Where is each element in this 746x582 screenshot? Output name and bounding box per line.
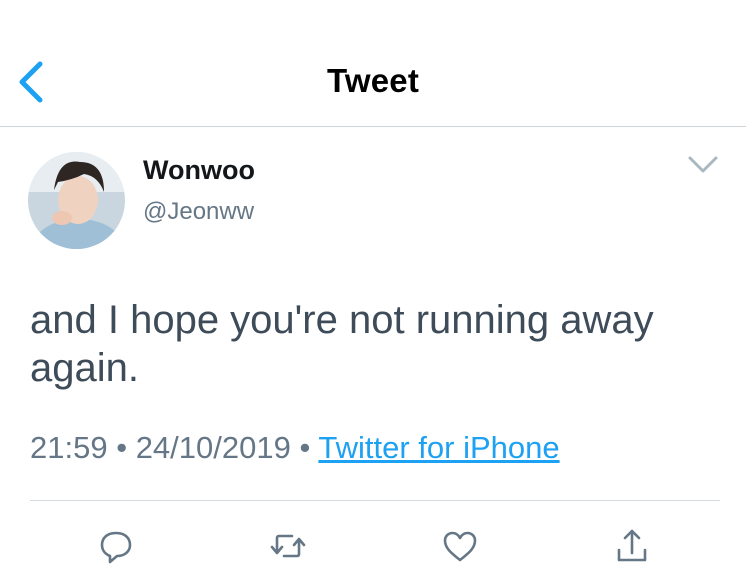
tweet-source-link[interactable]: Twitter for iPhone [318,430,559,465]
separator: • [299,430,311,465]
divider [30,500,720,501]
tweet-text: and I hope you're not running away again… [30,298,654,390]
separator: • [116,430,128,465]
chevron-down-icon [688,156,718,173]
tweet-date: 24/10/2019 [135,430,291,465]
retweet-icon [270,534,306,558]
author-handle[interactable]: @Jeonww [143,198,254,226]
like-button[interactable] [440,526,480,566]
heart-icon [443,531,477,562]
author-name[interactable]: Wonwoo [143,155,255,186]
share-icon [617,529,647,562]
retweet-button[interactable] [268,526,308,566]
avatar[interactable] [28,152,125,249]
share-button[interactable] [612,526,652,566]
page-title: Tweet [326,62,420,99]
reply-icon [100,531,132,564]
tweet-time: 21:59 [30,430,108,465]
reply-button[interactable] [96,526,136,566]
tweet-meta: 21:59 • 24/10/2019 • Twitter for iPhone [30,430,560,466]
more-options-button[interactable] [686,152,720,178]
top-bar: Tweet [0,0,746,127]
